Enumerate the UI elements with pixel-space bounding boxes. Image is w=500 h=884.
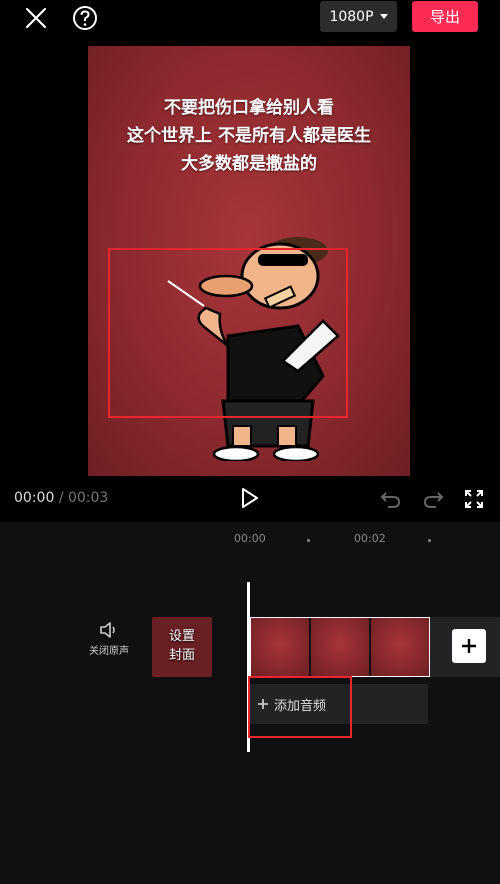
plus-icon: [462, 639, 476, 653]
clip-thumbnail: [311, 618, 369, 676]
export-button[interactable]: 导出: [412, 1, 478, 32]
cover-label-line-1: 设置: [168, 629, 195, 644]
speaker-icon: [100, 622, 115, 638]
playback-controls: 00:00 / 00:03: [0, 484, 500, 514]
time-separator: /: [58, 490, 64, 506]
cover-label: 设置 封面: [152, 627, 212, 665]
caption-line-1: 不要把伤口拿给别人看: [164, 98, 334, 118]
clip-thumbnail: [371, 618, 429, 676]
ruler-dot: [307, 539, 310, 542]
preview-caption: 不要把伤口拿给别人看 这个世界上 不是所有人都是医生 大多数都是撒盐的: [88, 94, 410, 178]
ruler-dot: [428, 539, 431, 542]
mute-original-audio-button[interactable]: 关闭原声: [84, 622, 134, 657]
mute-label: 关闭原声: [89, 646, 129, 657]
video-clip-track[interactable]: [250, 617, 430, 677]
fullscreen-icon[interactable]: [464, 489, 484, 509]
resolution-selector[interactable]: 1080P: [320, 1, 397, 32]
add-clip-button[interactable]: [452, 629, 486, 663]
dropdown-arrow-icon: [379, 14, 388, 19]
caption-line-2: 这个世界上 不是所有人都是医生: [127, 126, 371, 146]
set-cover-button[interactable]: 设置 封面: [152, 617, 212, 677]
highlight-box-character: [108, 248, 348, 418]
highlight-box-add-audio: [248, 676, 352, 738]
close-icon[interactable]: [24, 6, 48, 30]
caption-line-3: 大多数都是撒盐的: [181, 154, 317, 174]
help-icon[interactable]: [72, 5, 98, 31]
ruler-tick-1: 00:02: [354, 532, 386, 545]
cover-label-line-2: 封面: [168, 648, 195, 663]
time-display: 00:00 / 00:03: [14, 490, 108, 506]
play-icon[interactable]: [238, 487, 260, 509]
current-time: 00:00: [14, 490, 55, 506]
clip-thumbnail: [251, 618, 309, 676]
redo-icon[interactable]: [422, 489, 444, 509]
top-bar: 1080P 导出: [0, 0, 500, 34]
ruler-tick-0: 00:00: [234, 532, 266, 545]
resolution-label: 1080P: [329, 8, 374, 25]
total-time: 00:03: [67, 490, 109, 506]
time-ruler: 00:00 00:02: [0, 532, 500, 548]
undo-icon[interactable]: [380, 489, 402, 509]
